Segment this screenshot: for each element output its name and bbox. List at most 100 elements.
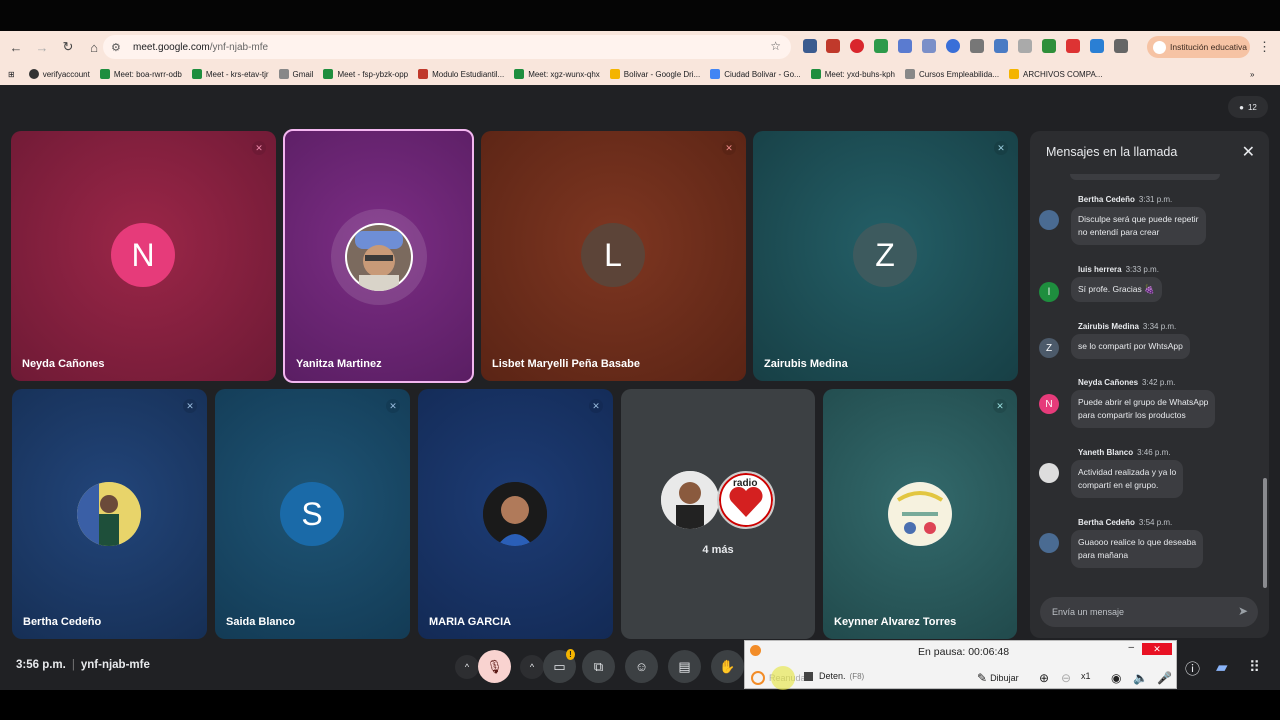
avatar: Z [853, 223, 917, 287]
opera-extension-icon[interactable] [850, 39, 864, 53]
captions-button[interactable]: ▤ [668, 650, 701, 683]
extension-icon[interactable] [803, 39, 817, 53]
avatar [345, 223, 413, 291]
bookmark-item[interactable]: Meet - fsp-ybzk-opp [323, 69, 408, 79]
minimize-icon[interactable]: – [1128, 642, 1134, 653]
participants-button[interactable]: ● 12 [1228, 96, 1268, 118]
more-bookmarks-icon[interactable]: » [1250, 70, 1254, 79]
participant-tile[interactable]: ✕ N Neyda Cañones [11, 131, 276, 381]
participant-tile-speaking[interactable]: Yanitza Martinez [283, 129, 474, 383]
close-icon[interactable]: ✕ [1242, 142, 1255, 162]
webcam-icon[interactable]: ◉ [1111, 671, 1121, 685]
top-black-band [0, 0, 1280, 31]
participant-tile[interactable]: ✕ L Lisbet Maryelli Peña Basabe [481, 131, 746, 381]
resume-button[interactable]: Reanudar [751, 666, 809, 690]
message-author: Neyda Cañones [1078, 378, 1139, 387]
stop-label: Deten. [819, 671, 846, 681]
pause-icon [751, 671, 765, 685]
address-bar[interactable]: ⚙ meet.google.com/ynf-njab-mfe ☆ [103, 35, 791, 59]
participant-name: MARIA GARCIA [429, 616, 512, 628]
bookmark-item[interactable]: Meet: boa-rwrr-odb [99, 69, 182, 79]
menu-kebab-icon[interactable]: ⋮ [1258, 39, 1271, 55]
bookmark-item[interactable]: verifyaccount [28, 69, 90, 79]
close-icon[interactable]: ✕ [1142, 643, 1172, 655]
participant-name: Yanitza Martinez [296, 358, 382, 370]
reactions-button[interactable]: ☺ [625, 650, 658, 683]
forward-arrow-icon[interactable]: → [30, 35, 54, 59]
message-author: Bertha Cedeño [1078, 195, 1135, 204]
recording-status: En pausa: 00:06:48 [918, 646, 1010, 658]
bookmark-item[interactable]: Meet - krs-etav-tjr [191, 69, 269, 79]
participant-tile[interactable]: ✕ S Saida Blanco [215, 389, 410, 639]
muted-mic-icon: ✕ [994, 141, 1008, 155]
participant-tile[interactable]: ✕ Bertha Cedeño [12, 389, 207, 639]
apps-grid-icon[interactable]: ⊞ [8, 70, 15, 79]
avatar: N [111, 223, 175, 287]
bookmark-star-icon[interactable]: ☆ [770, 39, 781, 53]
zoom-in-icon[interactable]: ⊕ [1039, 671, 1049, 685]
extension-icon[interactable] [922, 39, 936, 53]
zoom-out-icon[interactable]: ⊖ [1061, 671, 1071, 685]
avatar: l [1039, 282, 1059, 302]
download-extension-icon[interactable] [1042, 39, 1056, 53]
profile-chip[interactable]: Institución educativa [1147, 36, 1250, 58]
bookmark-item[interactable]: Bolivar - Google Dri... [609, 69, 700, 79]
participant-name: Keynner Alvarez Torres [834, 616, 957, 628]
speaker-icon[interactable]: 🔈 [1133, 671, 1148, 685]
activities-grid-icon[interactable]: ⠿ [1249, 658, 1260, 676]
participant-tile[interactable]: ✕ Z Zairubis Medina [753, 131, 1018, 381]
extension-icon[interactable] [826, 39, 840, 53]
more-participants-tile[interactable]: radio 4 más [621, 389, 815, 639]
site-info-icon[interactable]: ⚙ [111, 41, 129, 54]
audio-options-chevron-icon[interactable]: ^ [455, 655, 479, 679]
send-icon[interactable]: ➤ [1238, 604, 1248, 618]
camera-icon: ▭ [553, 658, 566, 674]
bookmark-item[interactable]: Meet: yxd-buhs-kph [810, 69, 895, 79]
video-options-chevron-icon[interactable]: ^ [520, 655, 544, 679]
chat-scrollbar[interactable] [1263, 478, 1267, 588]
extension-icon[interactable] [898, 39, 912, 53]
raise-hand-button[interactable]: ✋ [711, 650, 744, 683]
participant-tile[interactable]: ✕ MARIA GARCIA [418, 389, 613, 639]
back-arrow-icon[interactable]: ← [4, 35, 28, 59]
draw-button[interactable]: ✎ Dibujar [977, 671, 1019, 685]
participant-tile[interactable]: ✕ Keynner Alvarez Torres [823, 389, 1017, 639]
muted-mic-icon: ✕ [252, 141, 266, 155]
reload-icon[interactable]: ↻ [56, 35, 80, 59]
extension-icon[interactable] [1090, 39, 1104, 53]
bookmark-item[interactable]: Gmail [278, 69, 313, 79]
avatar: N [1039, 394, 1059, 414]
camera-extension-icon[interactable] [970, 39, 984, 53]
mic-off-button[interactable]: 🎙 [478, 650, 511, 683]
extension-icon[interactable] [946, 39, 960, 53]
chat-icon[interactable]: ▰ [1216, 658, 1228, 676]
present-icon: ⧉ [593, 658, 604, 674]
bookmarks-bar: ⊞ verifyaccount Meet: boa-rwrr-odb Meet … [0, 63, 1280, 85]
browser-toolbar: ← → ↻ ⌂ ⚙ meet.google.com/ynf-njab-mfe ☆… [0, 31, 1280, 63]
meeting-info: 3:56 p.m. | ynf-njab-mfe [16, 659, 150, 671]
avatar [661, 471, 719, 529]
shield-extension-icon[interactable] [874, 39, 888, 53]
info-icon[interactable]: ⓘ [1185, 658, 1200, 679]
avatar [1039, 463, 1059, 483]
avatar [1039, 210, 1059, 230]
message-bubble: Sí profe. Gracias 🍇 [1071, 277, 1162, 302]
extension-icon[interactable] [1018, 39, 1032, 53]
emoji-icon: ☺ [634, 659, 649, 674]
radio-logo-avatar: radio [717, 471, 775, 529]
bookmark-item[interactable]: Meet: xgz-wunx-qhx [514, 69, 600, 79]
extension-icon[interactable] [994, 39, 1008, 53]
bookmark-item[interactable]: Cursos Empleabilida... [905, 69, 999, 79]
draw-label: Dibujar [990, 673, 1019, 683]
extension-icon[interactable] [1066, 39, 1080, 53]
bookmark-item[interactable]: ARCHIVOS COMPA... [1009, 69, 1102, 79]
stop-button[interactable]: Deten. (F8) [804, 671, 864, 681]
muted-mic-icon: ✕ [386, 399, 400, 413]
bookmark-item[interactable]: Modulo Estudiantil... [418, 69, 504, 79]
avatar [1153, 40, 1166, 54]
microphone-icon[interactable]: 🎤 [1157, 671, 1172, 685]
puzzle-icon[interactable] [1114, 39, 1128, 53]
bookmark-item[interactable]: Ciudad Bolivar - Go... [710, 69, 801, 79]
present-screen-button[interactable]: ⧉ [582, 650, 615, 683]
chat-input[interactable]: Envía un mensaje ➤ [1040, 597, 1258, 627]
